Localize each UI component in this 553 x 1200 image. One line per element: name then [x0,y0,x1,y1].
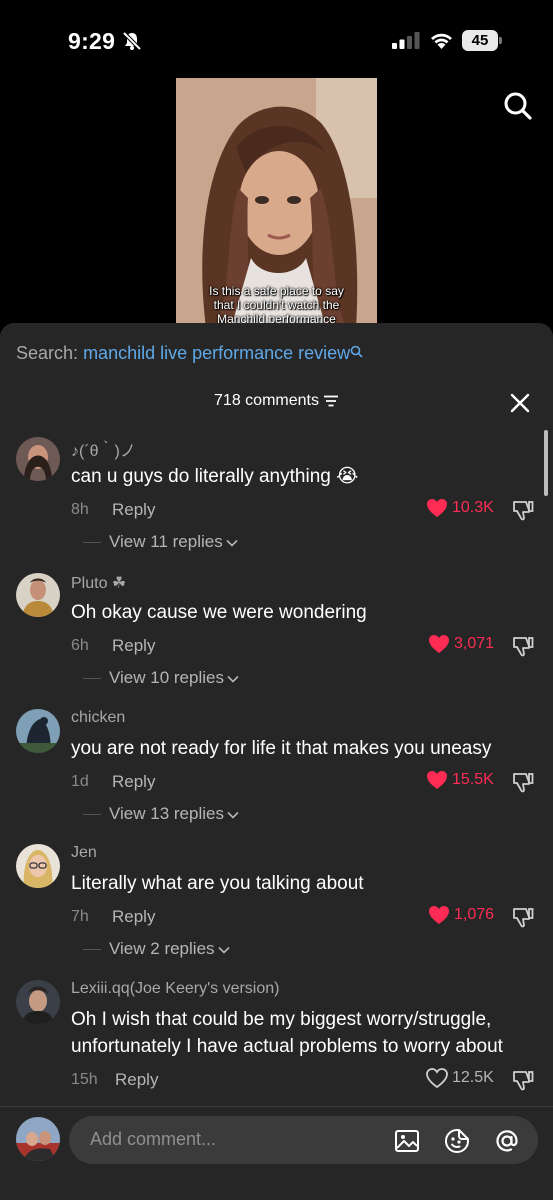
view-replies-label: View 2 replies [109,939,215,958]
comment-username[interactable]: Pluto ☘ [71,573,126,593]
reply-button[interactable]: Reply [112,500,155,520]
view-replies-button[interactable]: View 11 replies [83,532,238,552]
like-button[interactable]: 15.5K [426,770,494,790]
battery-level: 45 [462,30,498,51]
like-count: 12.5K [452,1069,494,1086]
caption-line: Is this a safe place to say [209,284,344,298]
chevron-down-icon [227,811,239,819]
avatar[interactable] [16,980,60,1024]
view-replies-label: View 11 replies [109,532,223,551]
video-caption: Is this a safe place to say that I could… [176,284,377,326]
view-replies-label: View 10 replies [109,668,224,687]
like-count: 1,076 [454,906,495,923]
comment-composer: Add comment... [0,1106,553,1200]
avatar[interactable] [16,1117,60,1161]
at-icon[interactable] [494,1128,520,1154]
like-count: 10.3K [452,499,494,516]
search-icon[interactable] [503,91,533,121]
like-button[interactable]: 1,076 [428,905,494,925]
comments-sheet: Search: manchild live performance review… [0,323,553,1200]
dislike-icon[interactable] [512,771,534,793]
reply-button[interactable]: Reply [112,772,155,792]
heart-icon [429,906,449,924]
like-button[interactable]: 10.3K [426,498,494,518]
avatar[interactable] [16,573,60,617]
comment-time: 8h [71,501,89,518]
view-replies-button[interactable]: View 2 replies [83,939,230,959]
comment-time: 1d [71,773,89,790]
like-button[interactable]: 3,071 [428,634,494,654]
caption-line: that I couldn't watch the [213,298,340,312]
emoji-icon[interactable] [444,1128,470,1154]
chevron-down-icon [217,946,230,954]
video-preview[interactable]: Is this a safe place to say that I could… [176,78,377,328]
status-time: 9:29 [68,28,116,54]
comment-time: 7h [71,908,89,925]
comment-text: Oh okay cause we were wondering [71,602,367,623]
search-label: Search: [16,343,79,363]
view-replies-label: View 13 replies [109,804,224,823]
search-icon [350,345,363,358]
heart-icon [429,635,449,653]
search-query-link[interactable]: manchild live performance review [83,343,350,363]
avatar[interactable] [16,437,60,481]
image-icon[interactable] [394,1128,420,1154]
chevron-down-icon [226,539,238,547]
related-search[interactable]: Search: manchild live performance review [16,343,363,364]
comment-username[interactable]: Lexiii.qq(Joe Keery's version) [71,980,279,998]
comment-item: Lexiii.qq(Joe Keery's version) Oh I wish… [0,980,553,1110]
comment-text: Oh I wish that could be my biggest worry… [71,1009,503,1057]
comment-text: Literally what are you talking about [71,873,364,894]
comment-item: ♪(´θ｀)ノ can u guys do literally anything… [0,437,553,567]
heart-icon [427,771,447,789]
view-replies-button[interactable]: View 10 replies [83,668,239,688]
comment-username[interactable]: chicken [71,709,125,727]
reply-button[interactable]: Reply [115,1070,158,1090]
comment-count-header: 718 comments [0,392,553,410]
reply-button[interactable]: Reply [112,907,155,927]
like-count: 15.5K [452,771,494,788]
status-bar: 9:29 45 [0,0,553,80]
comment-input[interactable]: Add comment... [69,1116,538,1164]
reply-button[interactable]: Reply [112,636,155,656]
comment-time: 15h [71,1071,98,1088]
comment-item: chicken you are not ready for life it th… [0,709,553,839]
comment-item: Jen Literally what are you talking about… [0,844,553,974]
battery-icon: 45 [462,30,502,51]
comment-text: you are not ready for life it that makes… [71,738,492,759]
bell-slash-icon [122,31,142,51]
chevron-down-icon [227,675,239,683]
dislike-icon[interactable] [512,635,534,657]
comment-count: 718 comments [214,392,319,409]
filter-icon[interactable] [323,395,339,407]
comment-time: 6h [71,637,89,654]
heart-icon [426,1068,448,1088]
avatar[interactable] [16,844,60,888]
dislike-icon[interactable] [512,1069,534,1091]
dislike-icon[interactable] [512,499,534,521]
avatar[interactable] [16,709,60,753]
close-icon[interactable] [509,392,531,414]
comment-username[interactable]: Jen [71,844,97,862]
like-button[interactable]: 12.5K [426,1068,494,1088]
comment-input-placeholder: Add comment... [90,1129,217,1149]
comment-text: can u guys do literally anything 😭 [71,466,359,487]
signal-icon [392,32,420,49]
like-count: 3,071 [454,635,495,652]
wifi-icon [431,33,452,49]
dislike-icon[interactable] [512,906,534,928]
heart-icon [427,499,447,517]
view-replies-button[interactable]: View 13 replies [83,804,239,824]
comment-username[interactable]: ♪(´θ｀)ノ [71,437,136,461]
comment-item: Pluto ☘ Oh okay cause we were wondering … [0,573,553,703]
